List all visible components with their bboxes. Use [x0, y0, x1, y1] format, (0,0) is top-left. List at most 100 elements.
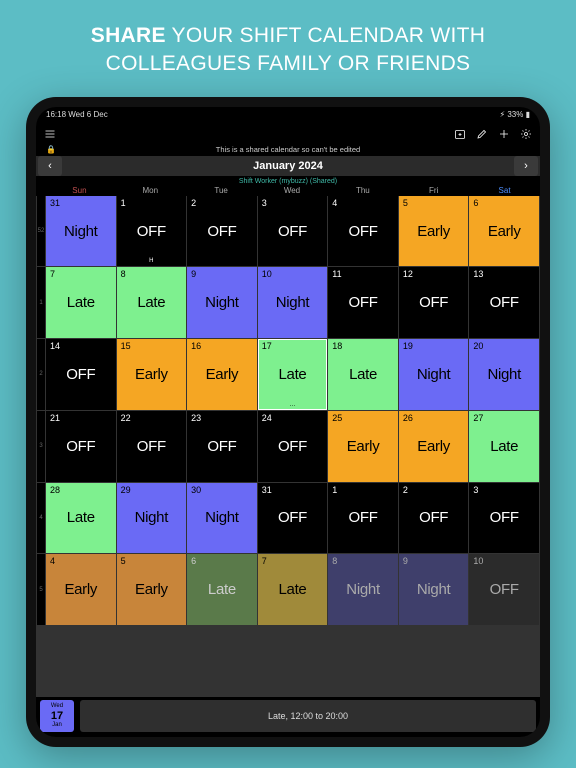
day-cell[interactable]: 29Night: [117, 483, 187, 554]
week-row: 214OFF15Early16Early17Late…18Late19Night…: [37, 339, 539, 410]
shift-label: OFF: [349, 223, 378, 240]
day-cell[interactable]: 17Late…: [258, 339, 328, 410]
day-cell[interactable]: 21OFF: [46, 411, 116, 482]
day-cell[interactable]: 7 Late: [258, 554, 328, 625]
shift-label: Night: [205, 294, 239, 311]
day-number: 5: [403, 198, 408, 208]
day-number: 6: [191, 556, 196, 566]
shift-label: Night: [64, 223, 98, 240]
day-cell[interactable]: 30Night: [187, 483, 257, 554]
month-bar: ‹ January 2024 ›: [36, 156, 540, 176]
shift-label: Night: [346, 581, 380, 598]
day-cell[interactable]: 12OFF: [399, 267, 469, 338]
day-number: 19: [403, 341, 413, 351]
day-cell[interactable]: 18Late: [328, 339, 398, 410]
shift-label: Early: [206, 366, 239, 383]
day-number: 7: [262, 556, 267, 566]
day-cell[interactable]: 9 Night: [399, 554, 469, 625]
gear-icon[interactable]: [520, 128, 532, 140]
shift-label: Night: [417, 581, 451, 598]
day-cell[interactable]: 26Early: [399, 411, 469, 482]
shift-label: Night: [417, 366, 451, 383]
menu-icon[interactable]: [44, 128, 56, 140]
shift-label: Late: [208, 581, 236, 598]
day-cell[interactable]: 31 Night: [46, 196, 116, 267]
lock-note: This is a shared calendar so can't be ed…: [216, 145, 360, 154]
day-cell[interactable]: 24OFF: [258, 411, 328, 482]
add-icon[interactable]: [498, 128, 510, 140]
day-cell[interactable]: 28Late: [46, 483, 116, 554]
day-cell[interactable]: 31OFF: [258, 483, 328, 554]
dow-tue: Tue: [186, 186, 257, 195]
day-cell[interactable]: 1OFF: [328, 483, 398, 554]
day-cell[interactable]: 23OFF: [187, 411, 257, 482]
shift-label: Late: [349, 366, 377, 383]
day-cell[interactable]: 3OFF: [469, 483, 539, 554]
day-cell[interactable]: 2OFF: [399, 483, 469, 554]
marketing-headline: SHARE YOUR SHIFT CALENDAR WITH COLLEAGUE…: [0, 0, 576, 97]
day-number: 31: [50, 198, 60, 208]
day-number: 2: [191, 198, 196, 208]
edit-icon[interactable]: [476, 128, 488, 140]
day-cell[interactable]: 9 Night: [187, 267, 257, 338]
day-cell[interactable]: 2OFF: [187, 196, 257, 267]
day-cell[interactable]: 16 Early: [187, 339, 257, 410]
day-number: 31: [262, 485, 272, 495]
day-cell[interactable]: 11OFF: [328, 267, 398, 338]
shift-label: Late: [67, 294, 95, 311]
day-number: 14: [50, 341, 60, 351]
day-cell[interactable]: 20Night: [469, 339, 539, 410]
day-number: 9: [191, 269, 196, 279]
lock-icon: 🔒: [46, 145, 56, 154]
day-number: 26: [403, 413, 413, 423]
shift-label: OFF: [419, 509, 448, 526]
day-cell[interactable]: 6 Late: [187, 554, 257, 625]
day-number: 24: [262, 413, 272, 423]
selected-day-badge[interactable]: Wed 17 Jan: [40, 700, 74, 732]
shift-label: Early: [417, 223, 450, 240]
dow-thu: Thu: [327, 186, 398, 195]
day-cell[interactable]: 10OFF: [469, 554, 539, 625]
add-event-icon[interactable]: [454, 128, 466, 140]
day-number: 11: [332, 269, 341, 279]
day-cell[interactable]: 14OFF: [46, 339, 116, 410]
day-number: 21: [50, 413, 60, 423]
day-cell[interactable]: 13OFF: [469, 267, 539, 338]
day-cell[interactable]: 7Late: [46, 267, 116, 338]
dow-sun: Sun: [44, 186, 115, 195]
day-cell[interactable]: 22 OFF: [117, 411, 187, 482]
week-number: 5: [37, 554, 45, 625]
tablet-frame: 16:18 Wed 6 Dec ⚡︎ 33% ▮ 🔒 This is a sha…: [26, 97, 550, 747]
day-cell[interactable]: 6Early: [469, 196, 539, 267]
next-month-button[interactable]: ›: [514, 156, 538, 176]
day-number: 6: [473, 198, 478, 208]
day-cell[interactable]: 27Late: [469, 411, 539, 482]
shift-summary[interactable]: Late, 12:00 to 20:00: [80, 700, 536, 732]
day-number: 28: [50, 485, 60, 495]
prev-month-button[interactable]: ‹: [38, 156, 62, 176]
day-cell[interactable]: 10Night: [258, 267, 328, 338]
dow-sat: Sat: [469, 186, 540, 195]
day-cell[interactable]: 3OFF: [258, 196, 328, 267]
month-label[interactable]: January 2024: [64, 160, 512, 172]
day-cell[interactable]: 5Early: [117, 554, 187, 625]
day-number: 22: [121, 413, 131, 423]
day-cell[interactable]: 8Night: [328, 554, 398, 625]
day-cell[interactable]: 1OFFH: [117, 196, 187, 267]
day-cell[interactable]: 15Early: [117, 339, 187, 410]
shift-label: OFF: [137, 438, 166, 455]
day-cell[interactable]: 25Early: [328, 411, 398, 482]
day-cell[interactable]: 19 Night: [399, 339, 469, 410]
day-number: 16: [191, 341, 201, 351]
day-cell[interactable]: 4Early: [46, 554, 116, 625]
shift-label: Late: [278, 581, 306, 598]
day-cell[interactable]: 4OFF: [328, 196, 398, 267]
day-number: 1: [332, 485, 337, 495]
day-cell[interactable]: 5 Early: [399, 196, 469, 267]
day-marker: …: [289, 402, 295, 408]
day-number: 9: [403, 556, 408, 566]
day-cell[interactable]: 8Late: [117, 267, 187, 338]
dow-mon: Mon: [115, 186, 186, 195]
shift-label: Night: [276, 294, 310, 311]
shift-label: Early: [135, 581, 168, 598]
